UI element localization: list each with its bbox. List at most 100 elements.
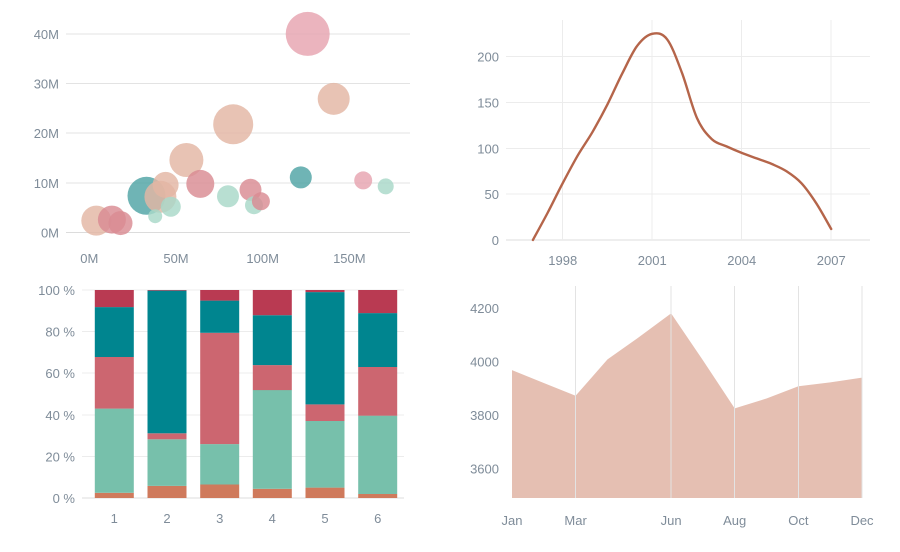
y-axis-tick-label: 20 %	[45, 449, 75, 464]
y-axis-tick-label: 0M	[41, 226, 59, 241]
bar-segment-crimson[interactable]	[305, 290, 345, 293]
x-axis-tick-label: Jun	[661, 513, 682, 528]
bar-segment-green[interactable]	[252, 390, 292, 489]
y-axis-tick-label: 3800	[470, 408, 499, 423]
bar-segment-crimson[interactable]	[200, 290, 240, 301]
bar-segment-teal[interactable]	[252, 315, 292, 366]
x-axis-tick-label: 100M	[246, 251, 279, 266]
bar-segment-terracotta[interactable]	[305, 487, 345, 498]
area-chart-ytick-labels: 3600 3800 4000 4200	[470, 301, 499, 477]
stacked-bar[interactable]	[200, 290, 240, 499]
bubble-point[interactable]	[152, 171, 179, 198]
bar-segment-teal[interactable]	[358, 313, 398, 367]
bar-segment-rose[interactable]	[358, 367, 398, 416]
stacked-bar[interactable]	[358, 290, 398, 498]
bar-segment-rose[interactable]	[252, 365, 292, 391]
bar-segment-green[interactable]	[305, 421, 345, 488]
y-axis-tick-label: 40M	[34, 27, 59, 42]
y-axis-tick-label: 150	[477, 96, 499, 111]
bar-segment-green[interactable]	[358, 415, 398, 494]
bar-chart-bars[interactable]	[94, 290, 398, 499]
bar-chart-ytick-labels: 0 % 20 % 40 % 60 % 80 % 100 %	[38, 283, 75, 506]
bubble-chart-panel: 0M 10M 20M 30M 40M 0M 50M 100M 150M	[0, 0, 450, 276]
bar-segment-crimson[interactable]	[358, 290, 398, 314]
bar-segment-rose[interactable]	[305, 404, 345, 421]
line-chart[interactable]: 0 50 100 150 200 1998 2001 2004 2007	[450, 0, 900, 276]
y-axis-tick-label: 4000	[470, 355, 499, 370]
bubble-point[interactable]	[108, 211, 133, 236]
x-axis-tick-label: 6	[374, 511, 381, 526]
bubble-point[interactable]	[213, 104, 254, 145]
bar-segment-teal[interactable]	[94, 307, 134, 357]
y-axis-tick-label: 0	[492, 233, 499, 248]
bubble-point[interactable]	[354, 171, 373, 190]
bar-segment-green[interactable]	[147, 439, 187, 486]
bar-segment-terracotta[interactable]	[358, 494, 398, 498]
x-axis-tick-label: 1998	[548, 253, 577, 268]
bubble-point[interactable]	[217, 185, 239, 208]
bar-segment-terracotta[interactable]	[252, 488, 292, 498]
stacked-bar[interactable]	[94, 290, 134, 498]
bubble-point[interactable]	[289, 166, 312, 189]
area-chart-panel: 3600 3800 4000 4200 Jan Mar Jun Aug Oct Dec	[450, 276, 900, 552]
x-axis-tick-label: 50M	[163, 251, 188, 266]
stacked-bar[interactable]	[305, 290, 345, 498]
x-axis-tick-label: 5	[321, 511, 328, 526]
x-axis-tick-label: Jan	[502, 513, 523, 528]
bar-segment-terracotta[interactable]	[94, 492, 134, 498]
bubble-point[interactable]	[186, 169, 215, 198]
y-axis-tick-label: 10M	[34, 176, 59, 191]
stacked-bar-chart-panel: 0 % 20 % 40 % 60 % 80 % 100 % 1 2 3 4 5 6	[0, 276, 450, 552]
bar-segment-crimson[interactable]	[252, 290, 292, 316]
y-axis-tick-label: 4200	[470, 301, 499, 316]
y-axis-tick-label: 0 %	[53, 491, 76, 506]
stacked-bar-chart[interactable]: 0 % 20 % 40 % 60 % 80 % 100 % 1 2 3 4 5 6	[0, 276, 450, 552]
x-axis-tick-label: 0M	[80, 251, 98, 266]
y-axis-tick-label: 20M	[34, 126, 59, 141]
y-axis-tick-label: 30M	[34, 77, 59, 92]
x-axis-tick-label: Aug	[723, 513, 746, 528]
x-axis-tick-label: 4	[269, 511, 276, 526]
bar-segment-green[interactable]	[94, 408, 134, 493]
bar-segment-terracotta[interactable]	[147, 485, 187, 498]
dashboard-root: 0M 10M 20M 30M 40M 0M 50M 100M 150M 0 50 100 150 20…	[0, 0, 900, 552]
bubble-point[interactable]	[251, 192, 270, 211]
x-axis-tick-label: Oct	[788, 513, 809, 528]
bubble-chart-xtick-labels: 0M 50M 100M 150M	[80, 251, 365, 266]
bubble-point[interactable]	[160, 196, 181, 217]
line-chart-gridlines	[506, 20, 870, 241]
bar-segment-crimson[interactable]	[147, 290, 187, 291]
y-axis-tick-label: 60 %	[45, 366, 75, 381]
bubble-chart-points[interactable]	[81, 11, 394, 236]
area-chart-xtick-labels: Jan Mar Jun Aug Oct Dec	[502, 513, 875, 528]
line-chart-xtick-labels: 1998 2001 2004 2007	[548, 253, 845, 268]
y-axis-tick-label: 200	[477, 50, 499, 65]
bubble-point[interactable]	[285, 11, 330, 56]
bubble-point[interactable]	[317, 82, 350, 115]
area-chart[interactable]: 3600 3800 4000 4200 Jan Mar Jun Aug Oct Dec	[450, 276, 900, 552]
line-chart-series[interactable]	[531, 32, 833, 242]
bar-chart-xtick-labels: 1 2 3 4 5 6	[111, 511, 382, 526]
bar-segment-rose[interactable]	[147, 433, 187, 440]
bar-segment-green[interactable]	[200, 444, 240, 485]
y-axis-tick-label: 40 %	[45, 408, 75, 423]
line-chart-ytick-labels: 0 50 100 150 200	[477, 50, 499, 248]
bar-segment-terracotta[interactable]	[200, 484, 240, 499]
bar-segment-rose[interactable]	[200, 332, 240, 445]
line-chart-panel: 0 50 100 150 200 1998 2001 2004 2007	[450, 0, 900, 276]
bar-segment-teal[interactable]	[147, 290, 187, 434]
bubble-point[interactable]	[377, 178, 394, 195]
bar-segment-teal[interactable]	[200, 300, 240, 333]
bubble-chart[interactable]: 0M 10M 20M 30M 40M 0M 50M 100M 150M	[0, 0, 450, 276]
stacked-bar[interactable]	[147, 290, 187, 498]
bar-segment-crimson[interactable]	[94, 290, 134, 308]
bar-segment-teal[interactable]	[305, 292, 345, 405]
y-axis-tick-label: 100 %	[38, 283, 75, 298]
stacked-bar[interactable]	[252, 290, 292, 498]
x-axis-tick-label: 3	[216, 511, 223, 526]
y-axis-tick-label: 50	[485, 187, 499, 202]
bubble-point[interactable]	[148, 209, 163, 224]
area-chart-series[interactable]	[512, 313, 862, 498]
y-axis-tick-label: 80 %	[45, 325, 75, 340]
bar-segment-rose[interactable]	[94, 357, 134, 409]
